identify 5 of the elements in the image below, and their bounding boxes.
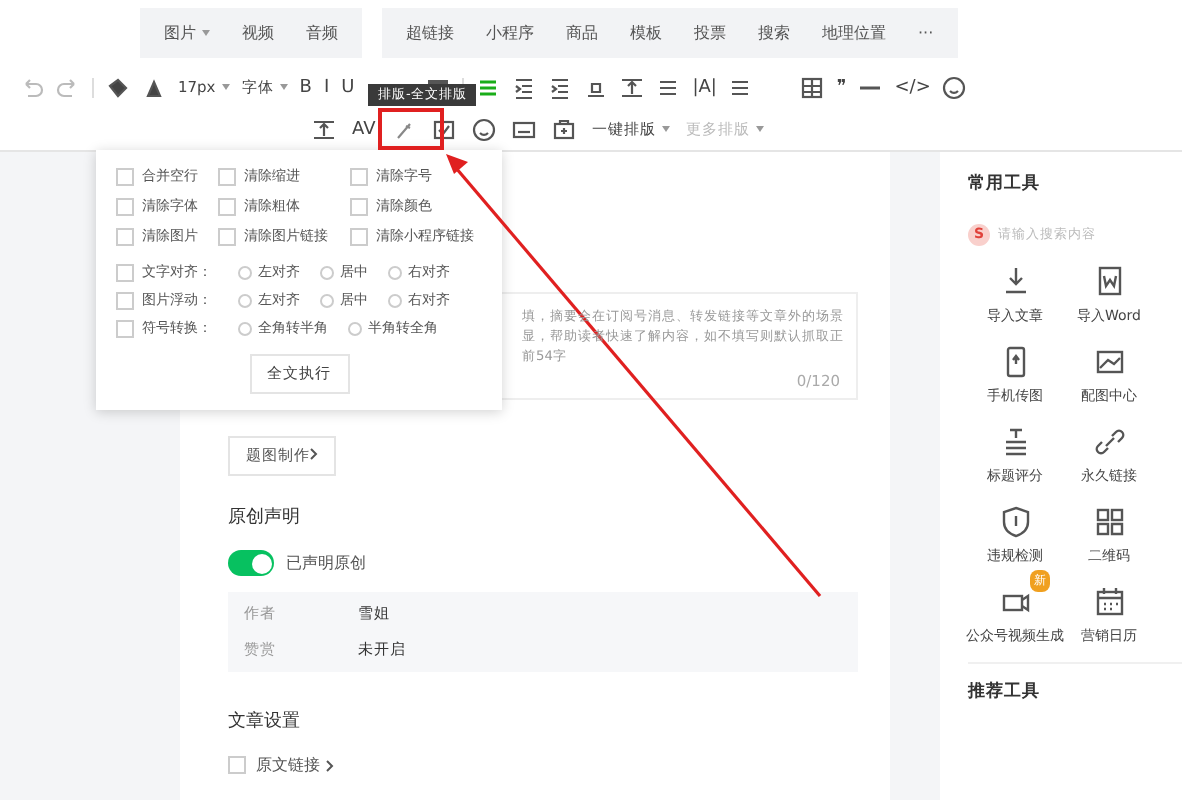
panel-title: 推荐工具 [968, 680, 1042, 704]
panel-title: 常用工具 [968, 172, 1042, 196]
toggle-label: 已声明原创 [286, 552, 366, 574]
section-title: 原创声明 [228, 505, 302, 530]
section-title: 文章设置 [228, 709, 302, 734]
